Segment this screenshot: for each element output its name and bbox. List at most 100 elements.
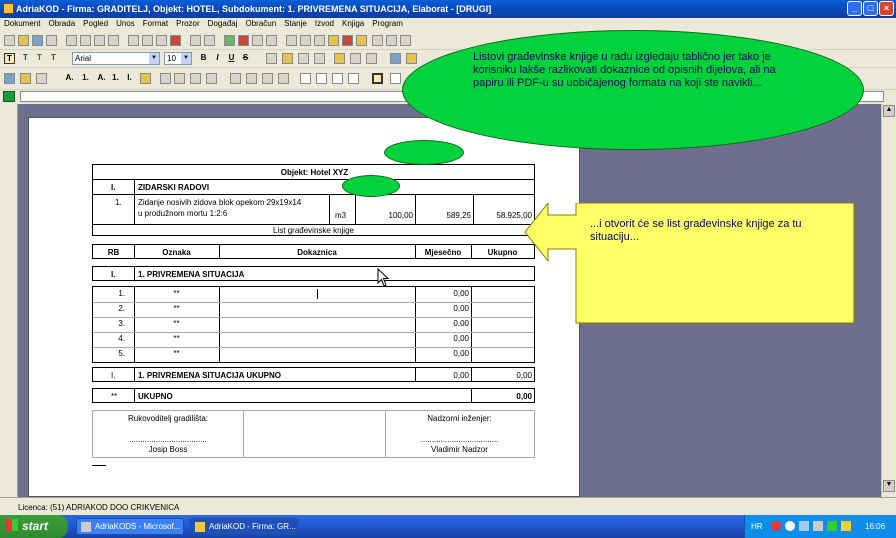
numbering-a[interactable]: A. xyxy=(96,73,107,82)
start-button[interactable]: start xyxy=(0,515,68,538)
new-icon[interactable] xyxy=(4,35,15,46)
underline-button[interactable]: U xyxy=(226,53,237,62)
style-t-green[interactable]: T xyxy=(34,53,45,62)
doc-icon[interactable] xyxy=(252,35,263,46)
style-t-blue[interactable]: T xyxy=(20,53,31,62)
row-oznaka[interactable]: ** xyxy=(134,334,219,343)
numbering-roman[interactable]: I. xyxy=(124,73,135,82)
move-down-icon[interactable] xyxy=(350,53,361,64)
justify-icon[interactable] xyxy=(314,53,325,64)
pen-icon[interactable] xyxy=(356,35,367,46)
list-icon[interactable] xyxy=(4,73,15,84)
save-icon[interactable] xyxy=(32,35,43,46)
style-t-red2[interactable]: T xyxy=(48,53,59,62)
menu-unos[interactable]: Unos xyxy=(112,18,139,29)
number-icon[interactable] xyxy=(108,35,119,46)
cell-icon[interactable] xyxy=(230,73,241,84)
col2-icon[interactable] xyxy=(174,73,185,84)
settings-icon[interactable] xyxy=(342,35,353,46)
find-icon[interactable] xyxy=(328,35,339,46)
open-icon[interactable] xyxy=(18,35,29,46)
tray-icon[interactable] xyxy=(771,521,781,531)
menu-dogadaj[interactable]: Događaj xyxy=(204,18,242,29)
italic-button[interactable]: I xyxy=(212,53,223,62)
scroll-up-icon[interactable]: ▲ xyxy=(883,105,895,117)
tool-icon[interactable] xyxy=(390,53,401,64)
box3-icon[interactable] xyxy=(332,73,343,84)
grid-icon[interactable] xyxy=(286,35,297,46)
print-icon[interactable] xyxy=(46,35,57,46)
menu-dokument[interactable]: Dokument xyxy=(0,18,44,29)
menu-prozor[interactable]: Prozor xyxy=(172,18,204,29)
numbering-1b[interactable]: 1. xyxy=(110,73,121,82)
col-icon[interactable] xyxy=(160,73,171,84)
menu-stanje[interactable]: Stanje xyxy=(280,18,311,29)
row-icon[interactable] xyxy=(190,73,201,84)
undo-icon[interactable] xyxy=(190,35,201,46)
row-oznaka[interactable]: ** xyxy=(134,304,219,313)
zoom-icon[interactable] xyxy=(80,35,91,46)
menu-format[interactable]: Format xyxy=(139,18,172,29)
align-left-icon[interactable] xyxy=(266,53,277,64)
box4-icon[interactable] xyxy=(348,73,359,84)
page-icon[interactable] xyxy=(94,35,105,46)
scroll-down-icon[interactable]: ▼ xyxy=(883,480,895,492)
numbering-a-upper[interactable]: A. xyxy=(64,73,75,82)
font-select[interactable]: Arial ▼ xyxy=(72,52,160,65)
box2-icon[interactable] xyxy=(316,73,327,84)
minimize-button[interactable]: _ xyxy=(847,1,862,16)
style-t-red[interactable]: T xyxy=(4,53,15,64)
row2-icon[interactable] xyxy=(206,73,217,84)
frame2-icon[interactable] xyxy=(390,73,401,84)
insert-icon[interactable] xyxy=(224,35,235,46)
row-oznaka[interactable]: ** xyxy=(134,289,219,298)
redo-icon[interactable] xyxy=(204,35,215,46)
box-icon[interactable] xyxy=(300,73,311,84)
menu-obracun[interactable]: Obračun xyxy=(241,18,280,29)
align-right-icon[interactable] xyxy=(298,53,309,64)
menu-program[interactable]: Program xyxy=(368,18,407,29)
task-button-2[interactable]: AdriaKOD - Firma: GR... xyxy=(190,518,298,535)
home-icon[interactable] xyxy=(238,35,249,46)
tray-icon[interactable] xyxy=(799,521,809,531)
tray-icon[interactable] xyxy=(813,521,823,531)
bold-button[interactable]: B xyxy=(198,53,209,62)
check-icon[interactable] xyxy=(386,35,397,46)
valign-icon[interactable] xyxy=(334,53,345,64)
vertical-scrollbar[interactable]: ▲ ▼ xyxy=(881,104,896,497)
indent-icon[interactable] xyxy=(36,73,47,84)
table-icon[interactable] xyxy=(266,35,277,46)
cut-icon[interactable] xyxy=(128,35,139,46)
tray-icon[interactable] xyxy=(785,521,795,531)
text-style-icon[interactable] xyxy=(20,73,31,84)
maximize-button[interactable]: □ xyxy=(863,1,878,16)
paste-icon[interactable] xyxy=(156,35,167,46)
row-oznaka[interactable]: ** xyxy=(134,319,219,328)
align-center-icon[interactable] xyxy=(282,53,293,64)
cell4-icon[interactable] xyxy=(278,73,289,84)
cell3-icon[interactable] xyxy=(262,73,273,84)
tools-icon[interactable] xyxy=(400,35,411,46)
row-oznaka[interactable]: ** xyxy=(134,349,219,358)
menu-pogled[interactable]: Pogled xyxy=(79,18,112,29)
bullets-icon[interactable] xyxy=(140,73,151,84)
numbering-1[interactable]: 1. xyxy=(80,73,91,82)
menu-knjiga[interactable]: Knjiga xyxy=(338,18,368,29)
preview-icon[interactable] xyxy=(66,35,77,46)
strike-button[interactable]: S xyxy=(240,53,251,62)
document-page[interactable]: Objekt: Hotel XYZ I. ZIDARSKI RADOVI 1. … xyxy=(28,117,580,497)
filter-icon[interactable] xyxy=(314,35,325,46)
tray-icon[interactable] xyxy=(841,521,851,531)
cell2-icon[interactable] xyxy=(246,73,257,84)
menu-izvod[interactable]: Izvod xyxy=(311,18,338,29)
delete-icon[interactable] xyxy=(170,35,181,46)
close-button[interactable]: × xyxy=(879,1,894,16)
task-button-1[interactable]: AdriaKODS - Microsof... xyxy=(76,518,184,535)
tray-icon[interactable] xyxy=(827,521,837,531)
menu-obrada[interactable]: Obrada xyxy=(44,18,79,29)
calc-icon[interactable] xyxy=(300,35,311,46)
language-indicator[interactable]: HR xyxy=(751,522,763,531)
move-up-icon[interactable] xyxy=(366,53,377,64)
help-icon[interactable] xyxy=(372,35,383,46)
copy-icon[interactable] xyxy=(142,35,153,46)
